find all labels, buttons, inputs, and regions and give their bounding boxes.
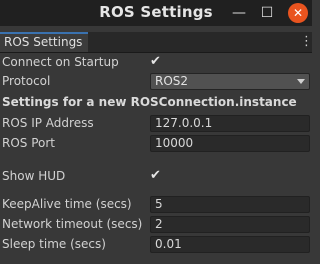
- tab-strip: ROS Settings ⋮: [0, 32, 313, 53]
- checkmark-icon: ✔: [150, 168, 161, 183]
- row-show-hud: Show HUD ✔: [0, 168, 312, 186]
- ros-port-field[interactable]: 10000: [150, 135, 310, 152]
- tab-label: ROS Settings: [4, 35, 83, 49]
- row-protocol: Protocol ROS2: [0, 73, 312, 91]
- show-hud-checkbox[interactable]: ✔: [150, 169, 164, 183]
- network-timeout-field[interactable]: 2: [150, 216, 310, 233]
- row-keepalive: KeepAlive time (secs) 5: [0, 196, 312, 214]
- row-ros-ip: ROS IP Address 127.0.0.1: [0, 115, 312, 133]
- sleep-time-field[interactable]: 0.01: [150, 236, 310, 253]
- show-hud-label: Show HUD: [2, 169, 66, 183]
- minimize-button[interactable]: —: [228, 2, 250, 24]
- row-sleep-time: Sleep time (secs) 0.01: [0, 236, 312, 254]
- protocol-label: Protocol: [2, 74, 51, 88]
- maximize-button[interactable]: ☐: [256, 2, 278, 24]
- close-icon: ✕: [292, 6, 304, 20]
- close-button[interactable]: ✕: [288, 3, 308, 23]
- dropdown-arrow-icon: [297, 79, 305, 84]
- row-section-header: Settings for a new ROSConnection.instanc…: [0, 95, 312, 113]
- section-title: Settings for a new ROSConnection.instanc…: [2, 95, 297, 109]
- row-network-timeout: Network timeout (secs) 2: [0, 216, 312, 234]
- minimize-icon: —: [232, 5, 246, 21]
- row-ros-port: ROS Port 10000: [0, 135, 312, 153]
- protocol-value: ROS2: [155, 74, 189, 88]
- ros-settings-window: ROS Settings — ☐ ✕ ROS Settings ⋮ Connec…: [0, 0, 313, 264]
- row-connect-on-startup: Connect on Startup ✔: [0, 54, 312, 72]
- sleep-time-label: Sleep time (secs): [2, 237, 106, 251]
- maximize-icon: ☐: [260, 5, 274, 21]
- keepalive-field[interactable]: 5: [150, 196, 310, 213]
- checkmark-icon: ✔: [150, 54, 161, 69]
- kebab-menu-icon[interactable]: ⋮: [300, 33, 313, 51]
- network-timeout-label: Network timeout (secs): [2, 217, 143, 231]
- ros-ip-label: ROS IP Address: [2, 116, 94, 130]
- ros-port-label: ROS Port: [2, 136, 56, 150]
- title-bar[interactable]: ROS Settings — ☐ ✕: [0, 0, 312, 26]
- protocol-dropdown[interactable]: ROS2: [150, 73, 310, 90]
- tab-ros-settings[interactable]: ROS Settings: [0, 32, 88, 52]
- connect-on-startup-label: Connect on Startup: [2, 55, 119, 69]
- connect-on-startup-checkbox[interactable]: ✔: [150, 55, 164, 69]
- keepalive-label: KeepAlive time (secs): [2, 197, 132, 211]
- ros-ip-field[interactable]: 127.0.0.1: [150, 115, 310, 132]
